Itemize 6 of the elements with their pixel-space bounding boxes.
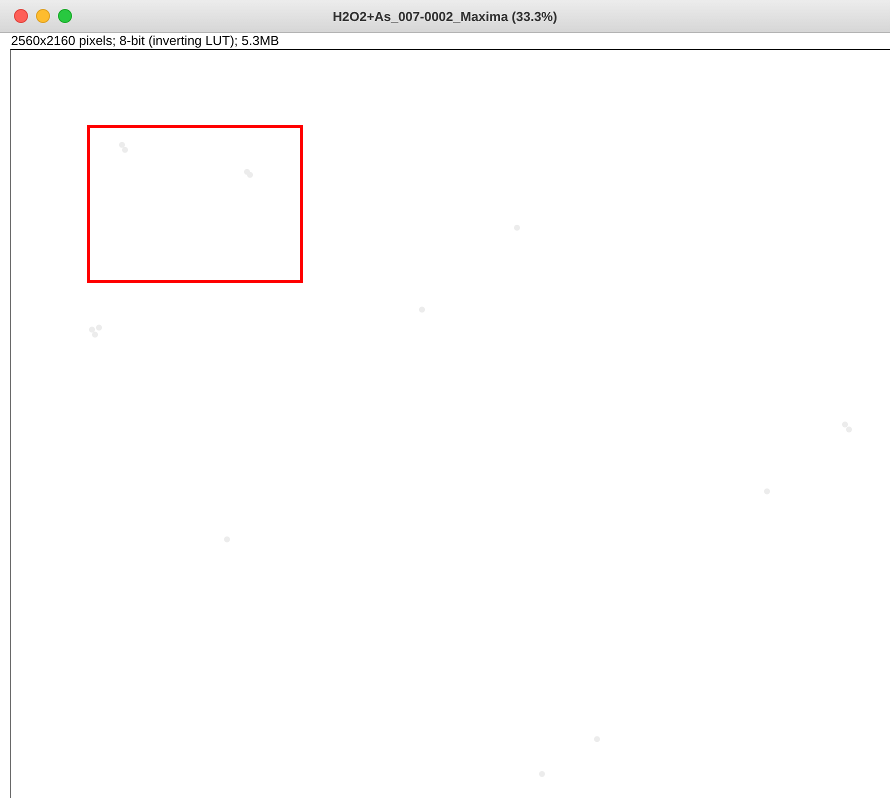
close-button[interactable] [14, 9, 28, 23]
image-info: 2560x2160 pixels; 8-bit (inverting LUT); 5.3MB [11, 33, 280, 48]
minimize-button[interactable] [36, 9, 50, 23]
zoom-button[interactable] [58, 9, 72, 23]
window-title: H2O2+As_007-0002_Maxima (33.3%) [332, 8, 558, 24]
selection-rectangle[interactable] [87, 125, 303, 283]
